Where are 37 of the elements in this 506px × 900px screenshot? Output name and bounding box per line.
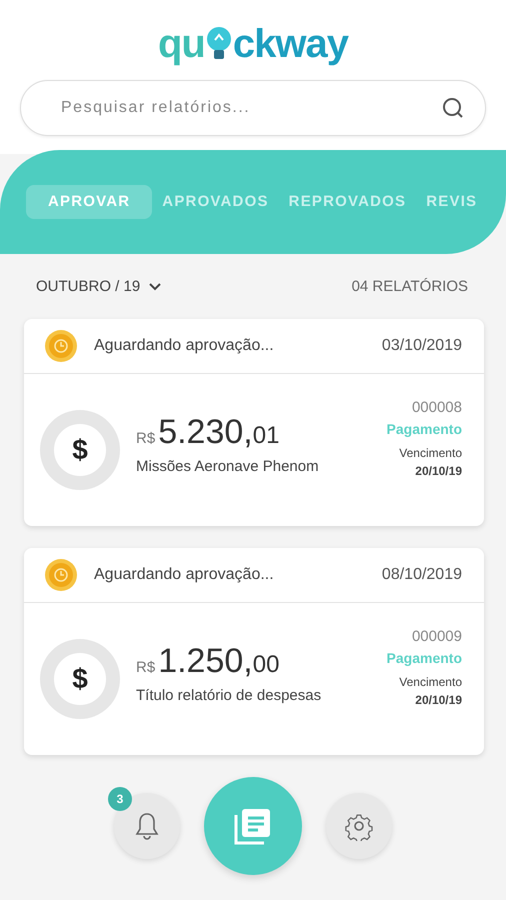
- due-date: 20/10/19: [415, 692, 462, 710]
- search-field[interactable]: Pesquisar relatórios...: [20, 80, 486, 136]
- bell-icon: [134, 810, 160, 840]
- tab[interactable]: REPROVADOS: [278, 184, 416, 220]
- clock-icon: [44, 328, 78, 362]
- amount: 5.230,01: [158, 414, 280, 448]
- due-date: 20/10/19: [415, 463, 462, 480]
- chevron-down-icon[interactable]: [148, 282, 162, 292]
- report-count: 04 RELATÓRIOS: [352, 277, 468, 297]
- dollar-icon: $: [40, 410, 120, 490]
- due-label: Vencimento: [399, 674, 462, 692]
- status-text: Aguardando aprovação...: [94, 336, 274, 356]
- currency-label: R$: [136, 428, 156, 448]
- report-type: Pagamento: [386, 649, 462, 668]
- currency-label: R$: [136, 658, 156, 678]
- report-type: Pagamento: [386, 420, 462, 440]
- report-card[interactable]: Aguardando aprovação... 03/10/2019 $ R$5.230,01 Missões Aeronave Phenom 000008 Pagamento Vencimento 20/10/19: [24, 318, 484, 526]
- tab[interactable]: REVIS: [416, 184, 488, 220]
- dollar-icon: $: [40, 638, 120, 718]
- logo-text: qu: [158, 24, 205, 64]
- report-date: 08/10/2019: [382, 564, 462, 584]
- period-selector[interactable]: OUTUBRO / 19: [36, 276, 140, 298]
- due-label: Vencimento: [399, 445, 462, 462]
- tab[interactable]: APROVAR: [26, 184, 152, 220]
- report-title: Missões Aeronave Phenom: [136, 457, 319, 477]
- report-card[interactable]: Aguardando aprovação... 08/10/2019 $ R$1.250,00 Título relatório de despesas 000009 Pagamento Vencimento 20/10/19: [24, 548, 484, 754]
- report-number: 000009: [412, 626, 462, 647]
- notification-count: 3: [108, 786, 132, 810]
- clock-icon: [44, 558, 78, 592]
- report-number: 000008: [412, 398, 462, 418]
- report-title: Título relatório de despesas: [136, 686, 322, 706]
- report-date: 03/10/2019: [382, 336, 462, 356]
- search-icon[interactable]: [442, 97, 464, 119]
- tab[interactable]: APROVADOS: [152, 184, 279, 220]
- status-text: Aguardando aprovação...: [94, 564, 274, 584]
- logo-text: ckway: [232, 24, 348, 64]
- amount: 1.250,00: [158, 644, 280, 678]
